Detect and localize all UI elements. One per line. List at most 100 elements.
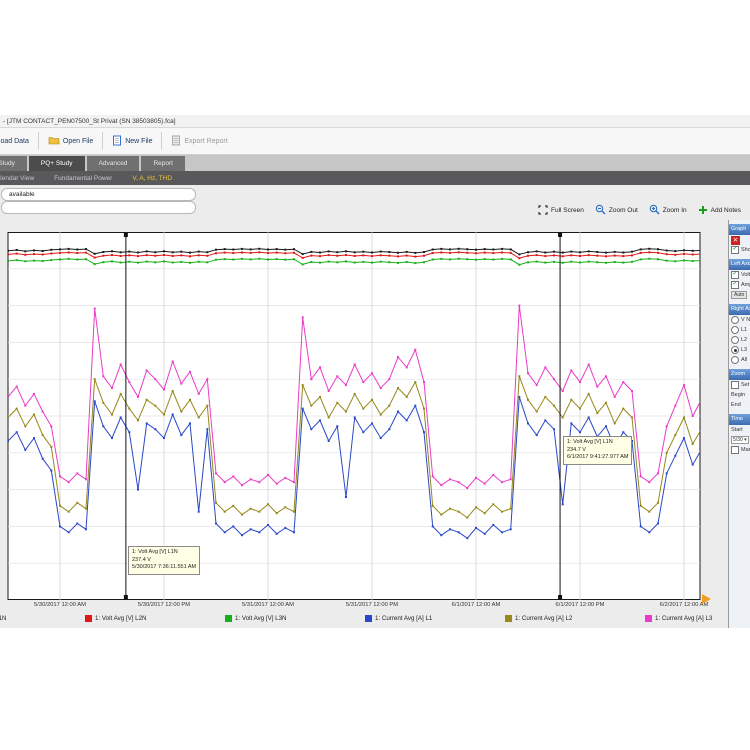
- legend-color-swatch: [225, 615, 232, 622]
- checkbox-set[interactable]: [731, 381, 739, 389]
- zoom-in-icon: [649, 204, 660, 217]
- open-file-button[interactable]: Open File: [39, 128, 102, 154]
- subtab-calendar-view[interactable]: Calendar View: [0, 175, 34, 182]
- x-tick-label: 5/30/2017 12:00 AM: [15, 602, 105, 608]
- sidebar-row-label: L2: [741, 337, 747, 343]
- tab-pq-study[interactable]: PQ+ Study: [29, 156, 85, 171]
- subtab-v-a-hz-thd[interactable]: V, A, Hz, THD: [132, 175, 172, 182]
- legend-item[interactable]: 1: Volt Avg [V] L3N: [225, 615, 286, 622]
- sidebar-row-label: All: [741, 357, 747, 363]
- checkbox-show[interactable]: ✓: [731, 246, 739, 254]
- radio-l1[interactable]: [731, 326, 739, 334]
- legend-label: 1: Current Avg [A] L2: [515, 615, 572, 622]
- x-tick-label: 6/1/2017 12:00 PM: [535, 602, 625, 608]
- legend-item[interactable]: 1: Volt Avg [V] L1N: [0, 615, 6, 622]
- sidebar-row: L1: [729, 325, 750, 335]
- legend-item[interactable]: 1: Current Avg [A] L3: [645, 615, 712, 622]
- add-notes-label: Add Notes: [711, 207, 741, 214]
- full-screen-label: Full Screen: [551, 207, 584, 214]
- full-screen-button[interactable]: Full Screen: [538, 205, 584, 217]
- open-folder-icon: [48, 135, 60, 147]
- legend-label: 1: Current Avg [A] L3: [655, 615, 712, 622]
- sidebar-row-label: Volts: [741, 272, 750, 278]
- settings-sidebar: Graph✕✓ShowLeft Axis✓Volts✓AmpsAutoRight…: [728, 220, 750, 628]
- mini-button-auto[interactable]: Auto: [731, 291, 747, 299]
- x-tick-label: 6/1/2017 12:00 AM: [431, 602, 521, 608]
- sidebar-row-label: Start: [731, 427, 743, 433]
- tab-advanced[interactable]: Advanced: [87, 156, 140, 171]
- sidebar-row: ✓Amps: [729, 280, 750, 290]
- chart-toolbar: Full Screen Zoom Out Zoom In Add Notes: [538, 204, 741, 217]
- window-title: - [JTM CONTACT_PEN07500_St Privat (SN 38…: [0, 115, 750, 128]
- legend-color-swatch: [505, 615, 512, 622]
- export-report-button[interactable]: Export Report: [162, 128, 236, 154]
- checkbox-volts[interactable]: ✓: [731, 271, 739, 279]
- fullscreen-icon: [538, 205, 548, 217]
- sidebar-row: Start: [729, 425, 750, 435]
- legend-item[interactable]: 1: Current Avg [A] L1: [365, 615, 432, 622]
- zoom-in-button[interactable]: Zoom In: [649, 204, 687, 217]
- radio-v-n[interactable]: [731, 316, 739, 324]
- sidebar-row: Set: [729, 380, 750, 390]
- cursor-flag-time: 6/1/2017 9:41:27.977 AM: [567, 454, 628, 462]
- tab-report[interactable]: Report: [141, 156, 185, 171]
- cursor-flag-series: 1: Volt Avg [V] L1N: [567, 439, 628, 447]
- add-notes-button[interactable]: Add Notes: [698, 205, 741, 217]
- sidebar-panel-header-graph[interactable]: Graph: [729, 224, 750, 235]
- open-file-label: Open File: [63, 138, 93, 145]
- radio-l3[interactable]: [731, 346, 739, 354]
- mini-select-5-30[interactable]: 5/30 ▾: [731, 436, 749, 444]
- view-subtabs: Calendar View Fundamental Power V, A, Hz, …: [0, 175, 172, 182]
- cursor-flag-time: 5/30/2017 7:36:11.551 AM: [132, 564, 196, 572]
- legend-item[interactable]: 1: Volt Avg [V] L2N: [85, 615, 146, 622]
- sidebar-panel-header-time[interactable]: Time: [729, 414, 750, 425]
- new-file-icon: [112, 135, 122, 148]
- sidebar-row-label: L3: [741, 347, 747, 353]
- sidebar-row: ✓Volts: [729, 270, 750, 280]
- zoom-out-label: Zoom Out: [609, 207, 638, 214]
- checkbox-amps[interactable]: ✓: [731, 281, 739, 289]
- sidebar-panel-header-right-axis[interactable]: Right Axis: [729, 304, 750, 315]
- export-report-label: Export Report: [184, 138, 227, 145]
- legend-color-swatch: [365, 615, 372, 622]
- sidebar-panel-header-left-axis[interactable]: Left Axis: [729, 259, 750, 270]
- sidebar-row-label: End: [731, 402, 741, 408]
- legend-label: 1: Volt Avg [V] L3N: [235, 615, 286, 622]
- filter-field-1[interactable]: available: [1, 188, 196, 201]
- new-file-button[interactable]: New File: [103, 128, 161, 154]
- legend-color-swatch: [85, 615, 92, 622]
- sidebar-row: ✓Show: [729, 245, 750, 255]
- download-data-button[interactable]: Download Data: [0, 128, 38, 154]
- radio-all[interactable]: [731, 356, 739, 364]
- x-tick-label: 5/31/2017 12:00 PM: [327, 602, 417, 608]
- cursor-flag-2[interactable]: 1: Volt Avg [V] L1N 234.7 V 6/1/2017 9:4…: [563, 436, 632, 465]
- tab-load-study[interactable]: Load Study: [0, 156, 27, 171]
- study-tabs-bar: Load StudyPQ+ StudyAdvancedReport: [0, 155, 750, 171]
- export-report-icon: [171, 135, 181, 148]
- legend-label: 1: Current Avg [A] L1: [375, 615, 432, 622]
- legend-label: 1: Volt Avg [V] L1N: [0, 615, 6, 622]
- cursor-flag-series: 1: Volt Avg [V] L1N: [132, 549, 196, 557]
- sidebar-row-label: Set: [741, 382, 749, 388]
- subtab-fundamental-power[interactable]: Fundamental Power: [54, 175, 112, 182]
- x-tick-label: 5/31/2017 12:00 AM: [223, 602, 313, 608]
- main-toolbar-buttons: Download Data Open File New File Export Rep…: [0, 128, 237, 154]
- cursor-flag-1[interactable]: 1: Volt Avg [V] L1N 237.4 V 5/30/2017 7:…: [128, 546, 200, 575]
- sidebar-row: Begin: [729, 390, 750, 400]
- x-tick-label: 6/2/2017 12:00 AM: [639, 602, 729, 608]
- view-subtabs-bar: Calendar View Fundamental Power V, A, Hz, …: [0, 171, 750, 185]
- checkbox-man[interactable]: [731, 446, 739, 454]
- legend-item[interactable]: 1: Current Avg [A] L2: [505, 615, 572, 622]
- sidebar-row: 5/30 ▾: [729, 435, 750, 445]
- sidebar-row-label: Show: [741, 247, 750, 253]
- scroll-right-arrow[interactable]: [702, 594, 711, 604]
- sidebar-row: L2: [729, 335, 750, 345]
- sidebar-row-label: V N: [741, 317, 750, 323]
- close-icon[interactable]: ✕: [731, 236, 740, 245]
- sidebar-panel-header-zoom[interactable]: Zoom: [729, 369, 750, 380]
- timeseries-chart[interactable]: [0, 232, 710, 600]
- zoom-out-button[interactable]: Zoom Out: [595, 204, 638, 217]
- filter-field-2[interactable]: [1, 201, 196, 214]
- sidebar-row: V N: [729, 315, 750, 325]
- radio-l2[interactable]: [731, 336, 739, 344]
